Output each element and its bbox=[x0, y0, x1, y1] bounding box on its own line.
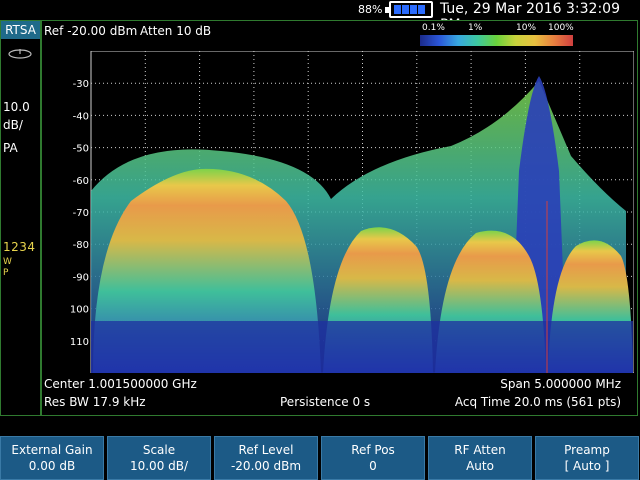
colorbar-label: 100% bbox=[548, 23, 574, 33]
softkey-rf-atten[interactable]: RF Atten Auto bbox=[428, 436, 532, 480]
noise-floor bbox=[91, 321, 633, 373]
persistence-readout: Persistence 0 s bbox=[280, 395, 371, 409]
acq-time-readout: Acq Time 20.0 ms (561 pts) bbox=[454, 395, 621, 409]
y-tick-label: -80 bbox=[73, 240, 89, 251]
battery-percent: 88% bbox=[358, 3, 383, 16]
trace-type: W bbox=[3, 257, 12, 267]
softkey-label: Ref Level bbox=[238, 443, 294, 457]
softkey-label: Ref Pos bbox=[351, 443, 395, 457]
softkey-scale[interactable]: Scale 10.00 dB/ bbox=[107, 436, 211, 480]
softkey-label: RF Atten bbox=[454, 443, 506, 457]
softkey-ref-level[interactable]: Ref Level -20.00 dBm bbox=[214, 436, 318, 480]
scale-unit: dB/ bbox=[3, 118, 23, 132]
softkey-label: External Gain bbox=[11, 443, 93, 457]
softkey-value: 0.00 dB bbox=[28, 459, 76, 473]
y-tick-label: -60 bbox=[73, 176, 89, 187]
battery-icon bbox=[385, 1, 433, 18]
softkey-label: Scale bbox=[142, 443, 176, 457]
softkey-external-gain[interactable]: External Gain 0.00 dB bbox=[0, 436, 104, 480]
y-axis-ticks: -30 -40 -50 -60 -70 -80 -90 -100 -110 bbox=[71, 79, 89, 348]
trace-numbers: 1234 bbox=[3, 240, 36, 254]
status-bar: 88% Tue, 29 Mar 2016 3:32:09 PM bbox=[0, 0, 640, 33]
colorbar-label: 1% bbox=[468, 23, 483, 33]
persistence-colorbar: 0.1% 1% 10% 100% bbox=[420, 23, 574, 46]
softkey-value: -20.00 dBm bbox=[230, 459, 302, 473]
rbw-readout: Res BW 17.9 kHz bbox=[44, 395, 146, 409]
ref-level-readout: Ref -20.00 dBm bbox=[44, 24, 138, 38]
softkey-value: [ Auto ] bbox=[564, 459, 610, 473]
softkey-value: Auto bbox=[466, 459, 494, 473]
y-tick-label: -100 bbox=[71, 305, 89, 316]
spectrum-plot[interactable]: -30 -40 -50 -60 -70 -80 -90 -100 -110 bbox=[71, 51, 634, 373]
y-tick-label: -90 bbox=[73, 272, 89, 283]
y-tick-label: -40 bbox=[73, 111, 89, 122]
center-frequency: Center 1.001500000 GHz bbox=[44, 377, 197, 391]
scale-value: 10.0 bbox=[3, 100, 30, 114]
atten-readout: Atten 10 dB bbox=[140, 24, 212, 38]
softkey-ref-pos[interactable]: Ref Pos 0 bbox=[321, 436, 425, 480]
colorbar-label: 10% bbox=[516, 23, 537, 33]
trace-detector: P bbox=[3, 268, 9, 278]
y-tick-label: -30 bbox=[73, 79, 89, 90]
softkey-value: 0 bbox=[369, 459, 377, 473]
softkey-preamp[interactable]: Preamp [ Auto ] bbox=[535, 436, 639, 480]
spectrum-panel: Ref -20.00 dBm Atten 10 dB 0.1% 1% 10% 1… bbox=[41, 20, 638, 416]
span-readout: Span 5.000000 MHz bbox=[500, 377, 621, 391]
y-tick-label: -110 bbox=[71, 337, 89, 348]
colorbar-label: 0.1% bbox=[422, 23, 445, 33]
softkey-label: Preamp bbox=[564, 443, 610, 457]
softkey-bar: External Gain 0.00 dB Scale 10.00 dB/ Re… bbox=[0, 436, 640, 480]
softkey-value: 10.00 dB/ bbox=[129, 459, 189, 473]
left-panel: RTSA 10.0 dB/ PA 1234 W P bbox=[0, 20, 41, 416]
y-tick-label: -50 bbox=[73, 144, 89, 155]
y-tick-label: -70 bbox=[73, 208, 89, 219]
mode-tab[interactable]: RTSA bbox=[1, 21, 40, 39]
radar-icon bbox=[8, 49, 32, 59]
preamp-indicator: PA bbox=[3, 141, 18, 155]
